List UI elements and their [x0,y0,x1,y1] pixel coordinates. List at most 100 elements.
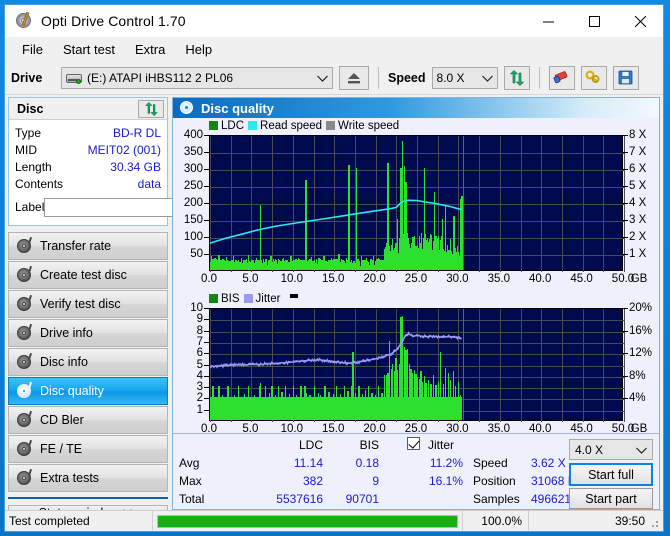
maximize-icon[interactable] [571,5,617,37]
jitter-checkbox[interactable] [407,437,420,450]
legend-swatch-ldc [209,121,218,130]
disc-verify-icon [16,296,33,312]
status-bar: Test completed 100.0% 39:50 [5,510,663,531]
sidebar-item-verify-test-disc[interactable]: Verify test disc [8,290,168,318]
y2-axis-tick-label: 16% [629,324,653,337]
stats-col-ldc: LDC [298,438,323,452]
sidebar-item-extra-tests[interactable]: Extra tests [8,464,168,492]
x-axis-tick-label: 5.0 [242,273,259,285]
y2-axis-tick [623,135,628,136]
charts-container: LDC Read speed Write speed 50 100 150 20… [173,118,659,435]
y-axis-tick [204,398,209,400]
statistics-panel: LDC BIS Jitter Avg Max Total 11.14 382 5… [173,433,659,509]
left-sidebar: Disc Type BD-R DL MID MEIT02 (001) Lengt… [8,95,230,521]
sidebar-item-disc-quality[interactable]: Disc quality [8,377,168,405]
speed-select-value: 8.0 X [436,70,465,85]
sidebar-item-disc-info[interactable]: Disc info [8,348,168,376]
disc-row-key: Type [15,125,42,140]
y-axis-tick-label: 350 [183,146,203,158]
sidebar-accent-strip [8,497,168,499]
test-speed-select[interactable]: 4.0 X [569,439,653,460]
disc-panel-header: Disc [9,98,167,120]
legend-swatch-jitter [243,294,253,303]
sidebar-item-create-test-disc[interactable]: Create test disc [8,261,168,289]
eject-button[interactable] [339,65,369,90]
keys-icon [585,70,600,83]
window-title: Opti Drive Control 1.70 [41,13,186,29]
x-axis-tick-label: 0.0 [201,273,217,285]
y-axis-tick-label: 200 [183,197,203,209]
stats-speed-label: Speed [473,456,508,470]
line-series [209,331,462,369]
stats-bis-avg: 0.18 [355,456,379,470]
menu-item-extra[interactable]: Extra [126,39,174,60]
x-axis-tick-label: 45.0 [570,273,593,285]
bis-chart: BIS Jitter 1 2 3 4 5 6 7 8 9 10 4% 8% 12% 16% 20% 0.0 5.… [173,291,659,439]
y-axis-tick [204,353,209,355]
eraser-icon [553,71,568,84]
y2-axis-tick [623,152,628,153]
stats-position-label: Position [473,474,516,488]
legend-label-write-speed: Write speed [338,119,400,132]
speed-select[interactable]: 8.0 X [431,66,498,89]
stats-col-bis: BIS [359,438,379,452]
y-axis-tick [204,220,209,221]
legend-label-read-speed: Read speed [260,119,323,132]
legend-label-ldc: LDC [221,119,245,132]
start-full-button[interactable]: Start full [569,463,653,486]
disc-cd-bler-icon [16,412,33,428]
plot-canvas [209,308,625,422]
menu-item-help[interactable]: Help [176,39,221,60]
disc-row-key: Length [15,159,52,174]
disc-refresh-button[interactable] [138,100,164,118]
position-marker [462,309,464,420]
speed-label: Speed [388,70,426,85]
sidebar-item-label: Verify test disc [40,297,121,311]
disc-row-mid: MID MEIT02 (001) [15,141,161,158]
sidebar-item-label: Disc info [40,355,88,369]
y-axis-tick [204,319,209,321]
test-nav-list: Transfer rate Create test disc Verify te… [8,232,168,492]
refresh-button[interactable] [503,65,530,90]
y2-axis-tick-label: 4 X [629,197,647,209]
progress-cell [153,511,463,531]
toolbar-separator [378,66,379,89]
sidebar-item-label: Extra tests [40,471,100,485]
erase-button[interactable] [548,65,575,90]
legend-ldc: LDC [209,120,244,132]
minimize-icon[interactable] [525,5,571,37]
y-axis-tick [204,375,209,377]
x-axis-tick-label: 20.0 [363,273,386,285]
close-icon[interactable] [617,5,663,37]
chevron-down-icon [309,71,328,85]
disc-quality-title: Disc quality [201,100,274,116]
disc-info-rows: Type BD-R DL MID MEIT02 (001) Length 30.… [9,120,230,225]
stats-row-total: Total [179,492,205,506]
x-axis-unit-label: GB [630,273,648,285]
save-button[interactable] [612,65,639,90]
disc-quality-header: Disc quality [173,98,659,118]
sidebar-item-cd-bler[interactable]: CD Bler [8,406,168,434]
stats-jitter-avg: 11.2% [429,456,463,470]
drive-select[interactable]: (E:) ATAPI iHBS112 2 PL06 [61,66,333,89]
menu-item-start-test[interactable]: Start test [54,39,124,60]
disc-panel-title: Disc [17,101,44,116]
sidebar-item-transfer-rate[interactable]: Transfer rate [8,232,168,260]
start-part-button[interactable]: Start part [569,488,653,509]
sidebar-item-drive-info[interactable]: Drive info [8,319,168,347]
y2-axis-tick-label: 4% [629,392,646,405]
refresh-arrows-icon [144,102,158,116]
stats-row-avg: Avg [179,456,200,470]
legend-marker-dash [290,293,299,298]
status-message: Test completed [5,511,153,531]
keys-button[interactable] [580,65,607,90]
y2-axis-tick [623,186,628,187]
legend-read-speed: Read speed [248,120,322,132]
y2-axis-tick [623,169,628,170]
sidebar-item-fe-te[interactable]: FE / TE [8,435,168,463]
resize-grip-icon [648,517,660,529]
y2-axis-tick-label: 8 X [629,129,647,141]
disc-extra-tests-icon [16,470,33,486]
y-axis-tick [204,409,209,411]
menu-item-file[interactable]: File [13,39,52,60]
